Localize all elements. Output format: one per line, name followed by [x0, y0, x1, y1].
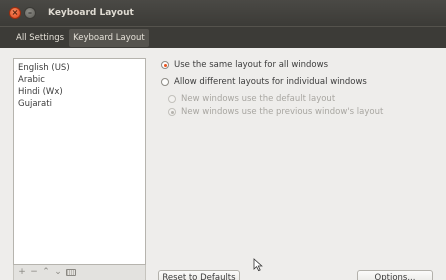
minimize-icon[interactable]: – — [24, 7, 36, 19]
breadcrumb: All Settings Keyboard Layout — [0, 26, 446, 48]
move-down-button[interactable]: ⌄ — [54, 268, 62, 277]
layout-list[interactable]: English (US) Arabic Hindi (Wx) Gujarati — [13, 58, 146, 265]
list-item-english-us[interactable]: English (US) — [14, 62, 145, 74]
layout-list-toolbar: + − ⌃ ⌄ — [13, 265, 146, 280]
same-layout-label: Use the same layout for all windows — [174, 60, 329, 70]
new-previous-option: New windows use the previous window's la… — [168, 107, 383, 117]
list-item-hindi-wx[interactable]: Hindi (Wx) — [14, 86, 145, 98]
main-panel: English (US) Arabic Hindi (Wx) Gujarati … — [0, 48, 446, 280]
new-default-option: New windows use the default layout — [168, 94, 335, 104]
different-layouts-label: Allow different layouts for individual w… — [174, 77, 367, 87]
different-layouts-radio[interactable] — [161, 78, 169, 86]
add-layout-button[interactable]: + — [18, 268, 26, 277]
title-bar: × – Keyboard Layout — [0, 0, 446, 26]
different-layouts-option[interactable]: Allow different layouts for individual w… — [161, 77, 367, 87]
move-up-button[interactable]: ⌃ — [42, 268, 50, 277]
keyboard-icon[interactable] — [66, 269, 76, 276]
same-layout-option[interactable]: Use the same layout for all windows — [161, 60, 328, 70]
mouse-cursor-icon — [253, 258, 263, 272]
new-default-radio — [168, 95, 176, 103]
new-default-label: New windows use the default layout — [181, 94, 336, 104]
options-button[interactable]: Options... — [357, 270, 433, 280]
new-previous-label: New windows use the previous window's la… — [181, 107, 384, 117]
same-layout-radio[interactable] — [161, 61, 169, 69]
list-item-arabic[interactable]: Arabic — [14, 74, 145, 86]
reset-to-defaults-button[interactable]: Reset to Defaults — [158, 270, 240, 280]
list-item-gujarati[interactable]: Gujarati — [14, 98, 145, 110]
close-icon[interactable]: × — [9, 7, 21, 19]
breadcrumb-keyboard-layout[interactable]: Keyboard Layout — [69, 28, 149, 47]
remove-layout-button[interactable]: − — [30, 268, 38, 277]
breadcrumb-all-settings[interactable]: All Settings — [13, 29, 67, 47]
new-previous-radio — [168, 108, 176, 116]
window-title: Keyboard Layout — [48, 8, 134, 18]
